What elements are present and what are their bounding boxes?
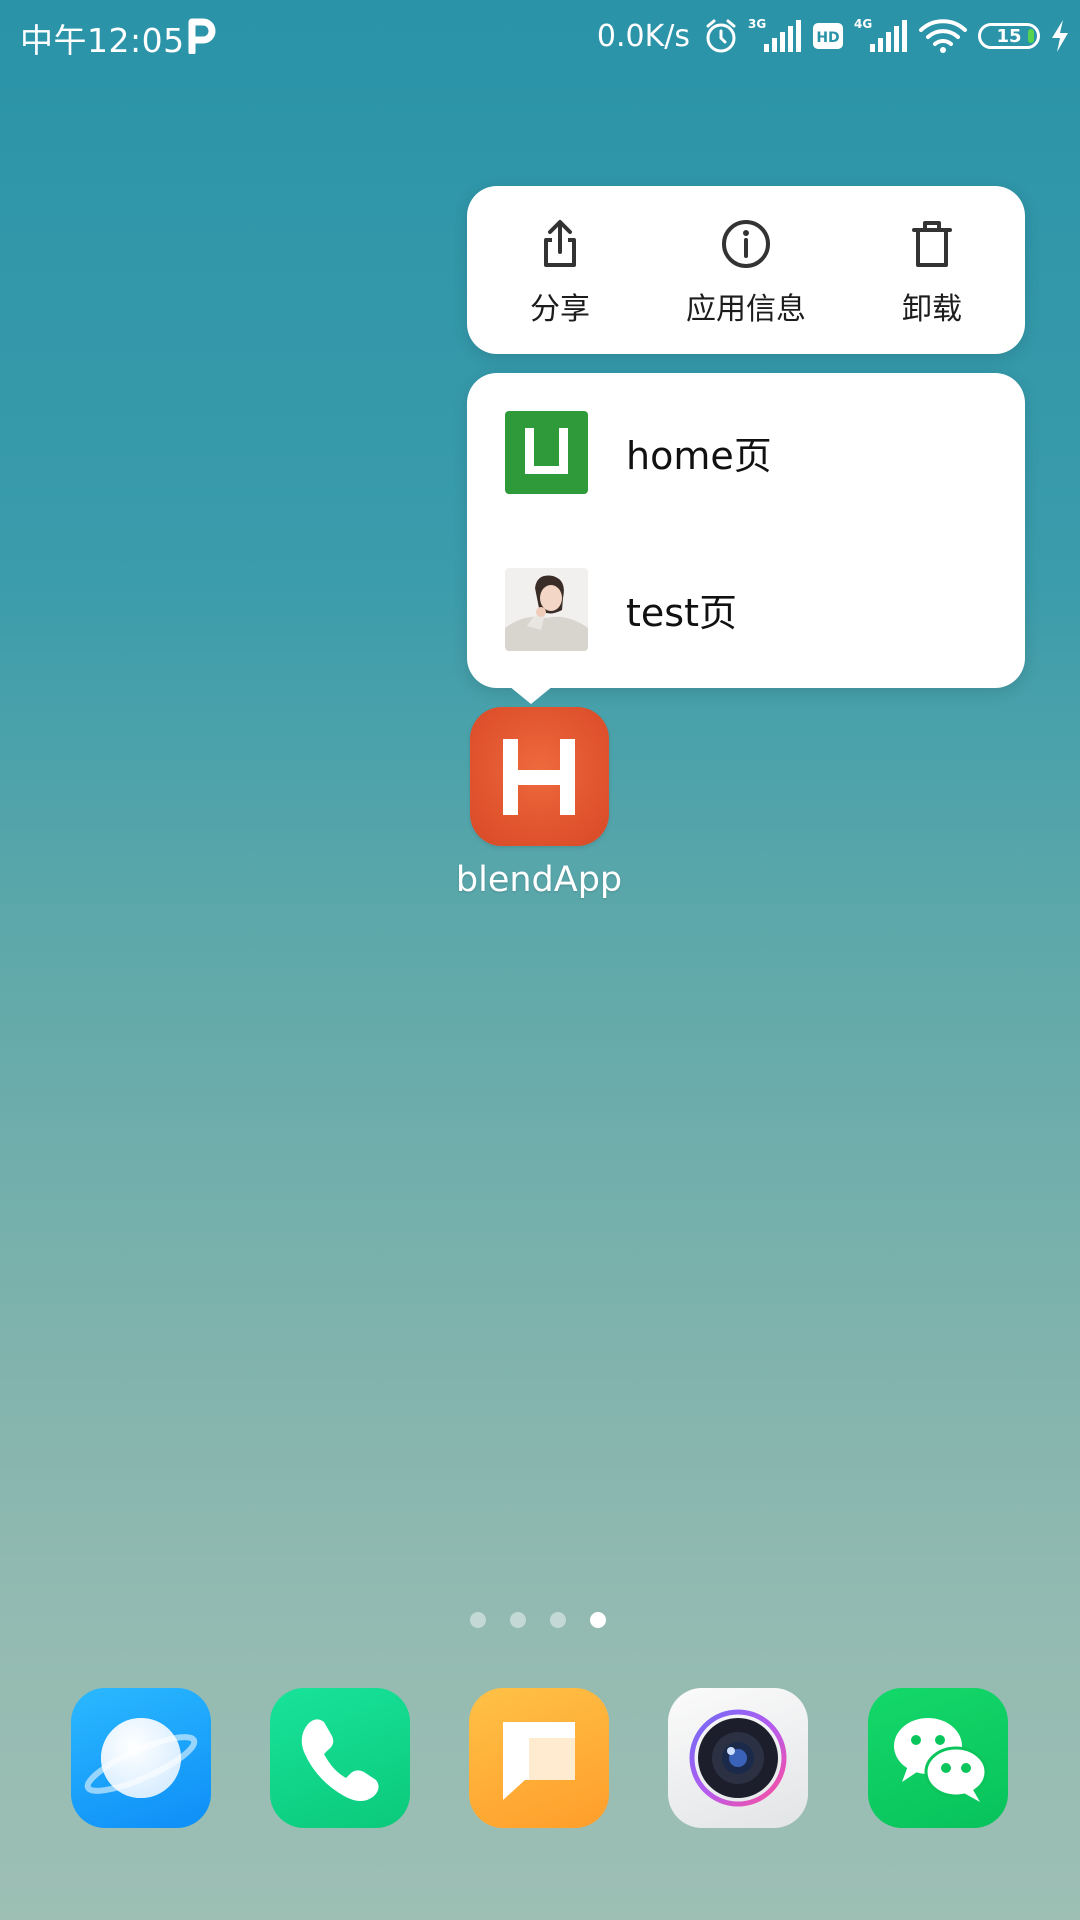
battery-fill (1028, 29, 1034, 43)
charging-icon (1052, 20, 1068, 52)
battery-level: 15 (996, 25, 1022, 47)
blendapp-shortcut[interactable]: blendApp (452, 707, 626, 900)
h-app-icon[interactable] (469, 707, 609, 846)
wechat-icon[interactable] (868, 1688, 1008, 1828)
shortcut-test-label: test页 (626, 590, 737, 635)
status-time: 中午12:05 (20, 21, 185, 60)
page-indicator (470, 1612, 606, 1628)
shortcuts-popup: home页 test页 (467, 373, 1025, 704)
uninstall-label: 卸载 (902, 292, 962, 327)
camera-icon[interactable] (668, 1688, 808, 1828)
shortcut-home-label: home页 (626, 433, 772, 478)
shortcut-home[interactable]: home页 (505, 410, 772, 494)
alarm-icon (706, 19, 736, 53)
photo-thumbnail (505, 567, 588, 651)
app-info-action[interactable]: 应用信息 (653, 186, 839, 354)
info-icon (722, 220, 770, 268)
share-action[interactable]: 分享 (467, 186, 653, 354)
wifi-icon (919, 19, 967, 53)
dock (71, 1688, 1008, 1828)
browser-icon[interactable] (71, 1688, 211, 1828)
page-dot[interactable] (550, 1612, 566, 1628)
uninstall-action[interactable]: 卸载 (839, 186, 1025, 354)
hd-label: HD (816, 30, 839, 46)
shortcut-test[interactable]: test页 (505, 567, 737, 651)
messages-icon[interactable] (469, 1688, 609, 1828)
sim1-type: 3G (748, 17, 766, 31)
status-bar: 中午12:05 0.0K/s 3G HD 4G 15 (0, 0, 1080, 72)
signal-3g-icon: 3G (748, 17, 801, 52)
green-u-icon (505, 410, 588, 494)
page-dot[interactable] (470, 1612, 486, 1628)
page-dot[interactable] (510, 1612, 526, 1628)
sim2-type: 4G (854, 17, 872, 31)
battery-indicator: 15 (978, 23, 1040, 49)
app-info-label: 应用信息 (686, 292, 806, 327)
app-actions-popup: 分享 应用信息 卸载 (467, 186, 1025, 354)
hd-icon: HD (813, 23, 843, 49)
parking-app-icon (188, 18, 216, 54)
share-icon (544, 220, 576, 267)
status-right: 0.0K/s 3G HD 4G 15 (597, 12, 1070, 60)
share-label: 分享 (530, 292, 590, 327)
trash-icon (912, 221, 952, 267)
network-speed: 0.0K/s (596, 18, 690, 54)
app-label: blendApp (455, 860, 623, 900)
phone-icon[interactable] (270, 1688, 410, 1828)
page-dot-active[interactable] (590, 1612, 606, 1628)
signal-4g-icon: 4G (854, 17, 907, 52)
